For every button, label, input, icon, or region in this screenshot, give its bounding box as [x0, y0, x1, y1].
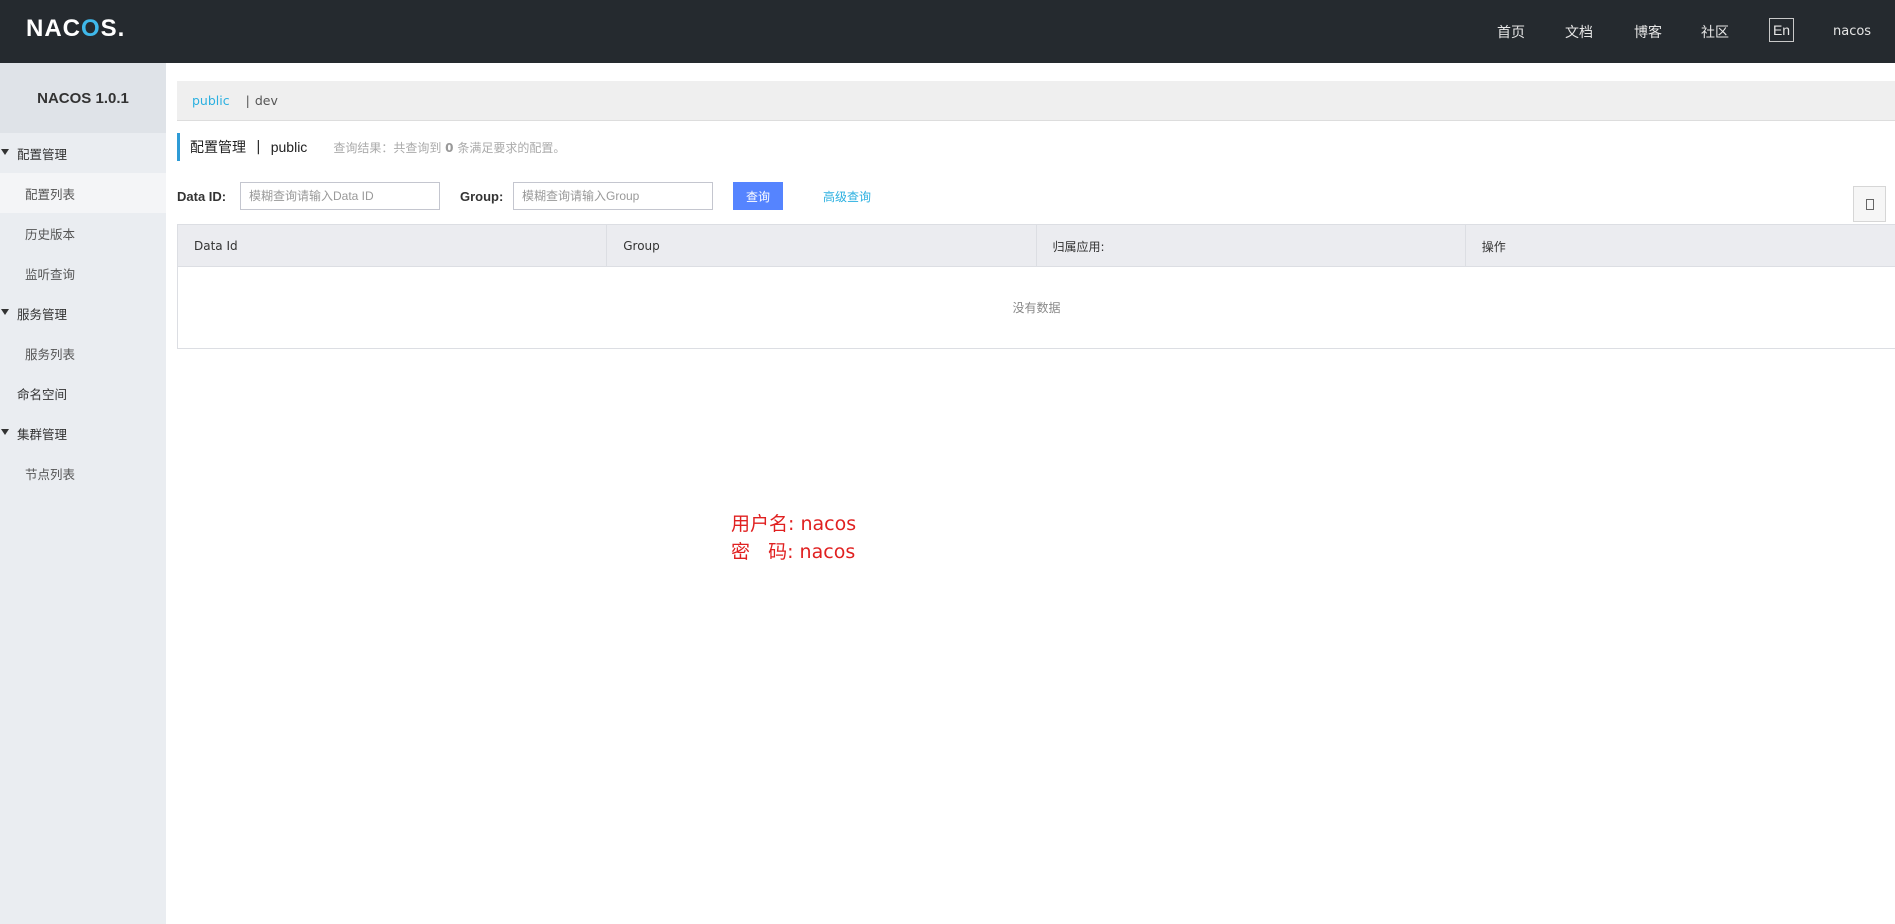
namespace-separator: |: [245, 93, 250, 108]
document-icon: [1865, 198, 1874, 210]
nav-community[interactable]: 社区: [1701, 0, 1729, 63]
logo-text-right: S.: [100, 15, 126, 42]
table-empty-state: 没有数据: [1012, 301, 1061, 315]
nav-blog[interactable]: 博客: [1634, 0, 1662, 63]
caret-down-icon: [1, 429, 9, 435]
nacos-logo[interactable]: NAC O S.: [26, 15, 125, 43]
advanced-query-link[interactable]: 高级查询: [823, 188, 871, 205]
column-header-app: 归属应用:: [1037, 225, 1466, 267]
namespace-public[interactable]: public: [192, 93, 230, 108]
namespace-dev[interactable]: dev: [255, 93, 278, 108]
page-title: 配置管理 | public 查询结果：共查询到 0 条满足要求的配置。: [177, 133, 565, 161]
sidebar-group-config[interactable]: 配置管理: [0, 133, 166, 173]
query-button[interactable]: 查询: [733, 182, 783, 210]
page-title-namespace: public: [270, 139, 308, 155]
export-button[interactable]: [1853, 186, 1886, 222]
nav-docs[interactable]: 文档: [1565, 0, 1593, 63]
caret-down-icon: [1, 149, 9, 155]
nav-home[interactable]: 首页: [1497, 0, 1525, 63]
sidebar-group-service[interactable]: 服务管理: [0, 293, 166, 333]
logo-text-o: O: [81, 15, 101, 42]
user-menu[interactable]: nacos: [1833, 0, 1871, 63]
caret-down-icon: [1, 309, 9, 315]
language-toggle-button[interactable]: En: [1769, 18, 1794, 42]
group-input[interactable]: [513, 182, 713, 210]
column-header-actions: 操作: [1481, 239, 1506, 254]
sidebar-item-namespace[interactable]: 命名空间: [0, 373, 166, 413]
table-header: Data Id Group 归属应用: 操作: [178, 225, 1895, 267]
sidebar-group-cluster[interactable]: 集群管理: [0, 413, 166, 453]
query-result-summary: 查询结果：共查询到 0 条满足要求的配置。: [333, 140, 566, 155]
top-navbar: NAC O S. 首页 文档 博客 社区 En nacos: [0, 0, 1895, 63]
credentials-username: 用户名: nacos: [731, 513, 857, 535]
sidebar-item-history[interactable]: 历史版本: [0, 213, 166, 253]
column-header-data-id: Data Id: [178, 225, 608, 267]
data-id-input[interactable]: [240, 182, 440, 210]
page-title-main: 配置管理: [190, 140, 246, 156]
page-title-pipe: |: [256, 139, 261, 155]
sidebar-title: NACOS 1.0.1: [0, 63, 166, 133]
sidebar-item-node-list[interactable]: 节点列表: [0, 453, 166, 493]
query-result-count: 0: [445, 140, 454, 155]
credentials-note: 用户名: nacos 密 码: nacos: [731, 510, 856, 566]
config-table: Data Id Group 归属应用: 操作 没有数据: [177, 224, 1895, 349]
column-header-group: Group: [607, 225, 1037, 267]
sidebar: NACOS 1.0.1 配置管理 配置列表 历史版本 监听查询 服务管理 服务列…: [0, 63, 166, 924]
sidebar-item-config-list[interactable]: 配置列表: [0, 173, 166, 213]
data-id-label: Data ID:: [177, 189, 227, 204]
credentials-password: 密 码: nacos: [731, 541, 856, 563]
logo-text-left: NAC: [26, 15, 81, 42]
group-label: Group:: [460, 189, 504, 204]
sidebar-item-listener-query[interactable]: 监听查询: [0, 253, 166, 293]
sidebar-item-service-list[interactable]: 服务列表: [0, 333, 166, 373]
namespace-bar: public | dev: [177, 81, 1895, 121]
